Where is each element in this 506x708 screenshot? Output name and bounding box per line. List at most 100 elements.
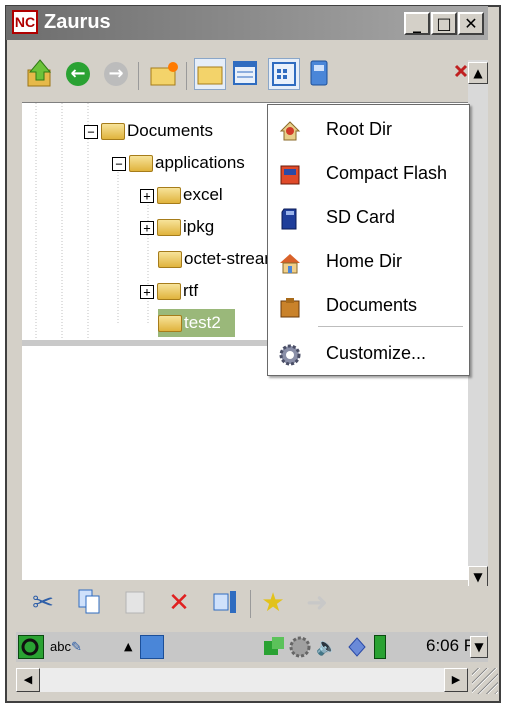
tree-item[interactable]: + ipkg: [140, 213, 214, 241]
input-method-label: abc: [50, 639, 71, 654]
documents-icon: [280, 298, 300, 318]
scroll-up-button[interactable]: ▲: [468, 62, 488, 84]
menu-item-documents[interactable]: Documents: [268, 285, 469, 329]
menu-item-label: Customize...: [326, 343, 427, 363]
network-icon: [264, 637, 284, 655]
taskbar-scroll-button[interactable]: ▼: [470, 636, 488, 658]
move-icon: ➜: [306, 588, 328, 618]
collapse-icon[interactable]: −: [112, 156, 126, 171]
delete-button[interactable]: ✕: [164, 588, 194, 618]
expand-icon[interactable]: +: [140, 284, 154, 299]
copy-icon: [78, 589, 100, 614]
toolbar: ← →: [16, 58, 486, 98]
file-list-pane[interactable]: [22, 346, 468, 580]
folder-icon: [129, 155, 153, 173]
folder-icon: [101, 123, 125, 141]
up-folder-button[interactable]: [24, 58, 56, 90]
scroll-right-button[interactable]: ▶: [444, 668, 468, 692]
paste-icon: [125, 591, 145, 614]
detail-view-button[interactable]: [268, 58, 300, 90]
menu-item-label: SD Card: [326, 207, 396, 227]
delete-icon: ✕: [168, 588, 190, 618]
pen-icon: ✎: [70, 639, 82, 654]
detail-view-icon: [272, 62, 296, 86]
scroll-down-button[interactable]: ▼: [468, 566, 488, 588]
menu-item-label: Root Dir: [326, 119, 393, 139]
toolbar-separator: [186, 62, 187, 90]
menu-item-label: Home Dir: [326, 251, 403, 271]
minimize-button[interactable]: _: [404, 12, 430, 35]
copy-button[interactable]: [74, 588, 104, 618]
new-folder-button[interactable]: [148, 58, 180, 90]
paste-button[interactable]: [120, 588, 150, 618]
title-bar[interactable]: NC Zaurus _ □ ✕: [6, 6, 488, 40]
brightness-icon[interactable]: [346, 635, 368, 659]
menu-separator: [318, 326, 463, 327]
start-icon: [21, 638, 39, 656]
compact-flash-icon: [280, 165, 300, 185]
gear-icon: [289, 636, 311, 658]
sync-icon[interactable]: [288, 635, 312, 659]
tree-item-label: octet-stream: [184, 249, 279, 268]
resize-grip[interactable]: [472, 668, 498, 694]
close-button[interactable]: ✕: [458, 12, 484, 35]
sd-card-icon: [281, 208, 297, 230]
expand-icon[interactable]: +: [140, 188, 154, 203]
back-icon: ←: [66, 62, 90, 86]
list-view-button[interactable]: [230, 58, 262, 90]
battery-icon[interactable]: [374, 635, 386, 659]
tree-item[interactable]: − applications: [112, 149, 245, 177]
cut-icon: ✂: [32, 588, 54, 618]
forward-icon: →: [104, 62, 128, 86]
horizontal-scrollbar[interactable]: ◀ ▶: [16, 668, 468, 692]
start-button[interactable]: [18, 635, 44, 659]
taskbar: abc✎ ▲ 🔈 6:06 F ▼: [16, 632, 488, 662]
folder-icon: [157, 187, 181, 205]
menu-item-label: Compact Flash: [326, 163, 448, 183]
bookmark-button[interactable]: ★: [258, 588, 288, 618]
new-folder-icon: [150, 62, 178, 86]
cut-button[interactable]: ✂: [28, 588, 58, 618]
expand-icon[interactable]: +: [140, 220, 154, 235]
folder-icon: [157, 283, 181, 301]
tree-item-label: applications: [155, 153, 245, 172]
storage-button[interactable]: [304, 58, 336, 90]
menu-item-home-dir[interactable]: Home Dir: [268, 241, 469, 285]
menu-item-root-dir[interactable]: Root Dir: [268, 109, 469, 153]
tree-item[interactable]: − Documents: [84, 117, 213, 145]
tree-item[interactable]: + excel: [140, 181, 223, 209]
folder-icon: [158, 315, 182, 333]
root-dir-icon: [279, 121, 301, 141]
open-folder-button[interactable]: [194, 58, 226, 90]
tree-item[interactable]: octet-stream: [158, 245, 278, 273]
properties-button[interactable]: [210, 588, 240, 618]
tree-item-label: rtf: [183, 281, 199, 300]
back-button[interactable]: ←: [62, 58, 94, 90]
vertical-scrollbar[interactable]: ▲ ▼: [468, 60, 488, 590]
tree-item-selected[interactable]: test2: [158, 309, 235, 337]
clock[interactable]: 6:06 F: [426, 636, 474, 656]
collapse-icon[interactable]: −: [84, 124, 98, 139]
scroll-left-button[interactable]: ◀: [16, 668, 40, 692]
input-method-button[interactable]: abc✎: [50, 635, 110, 659]
location-menu: Root Dir Compact Flash SD Card Home Dir …: [267, 104, 470, 376]
menu-item-customize[interactable]: Customize...: [268, 333, 469, 377]
gear-icon: [279, 344, 301, 366]
toolbar-separator: [138, 62, 139, 90]
keyboard-arrow-icon[interactable]: ▲: [124, 635, 138, 659]
app-logo: NC: [12, 10, 38, 34]
menu-item-sd-card[interactable]: SD Card: [268, 197, 469, 241]
volume-icon[interactable]: 🔈: [316, 635, 340, 659]
app-switch-icon[interactable]: [140, 635, 164, 659]
tree-item[interactable]: + rtf: [140, 277, 198, 305]
forward-button[interactable]: →: [100, 58, 132, 90]
move-button[interactable]: ➜: [302, 588, 332, 618]
storage-icon: [310, 60, 328, 86]
calendar-view-icon: [233, 61, 257, 85]
maximize-button[interactable]: □: [431, 12, 457, 35]
brightness-icon: [348, 637, 366, 657]
network-icon[interactable]: [262, 635, 286, 659]
menu-item-compact-flash[interactable]: Compact Flash: [268, 153, 469, 197]
folder-icon: [158, 251, 182, 269]
open-folder-icon: [197, 66, 223, 85]
